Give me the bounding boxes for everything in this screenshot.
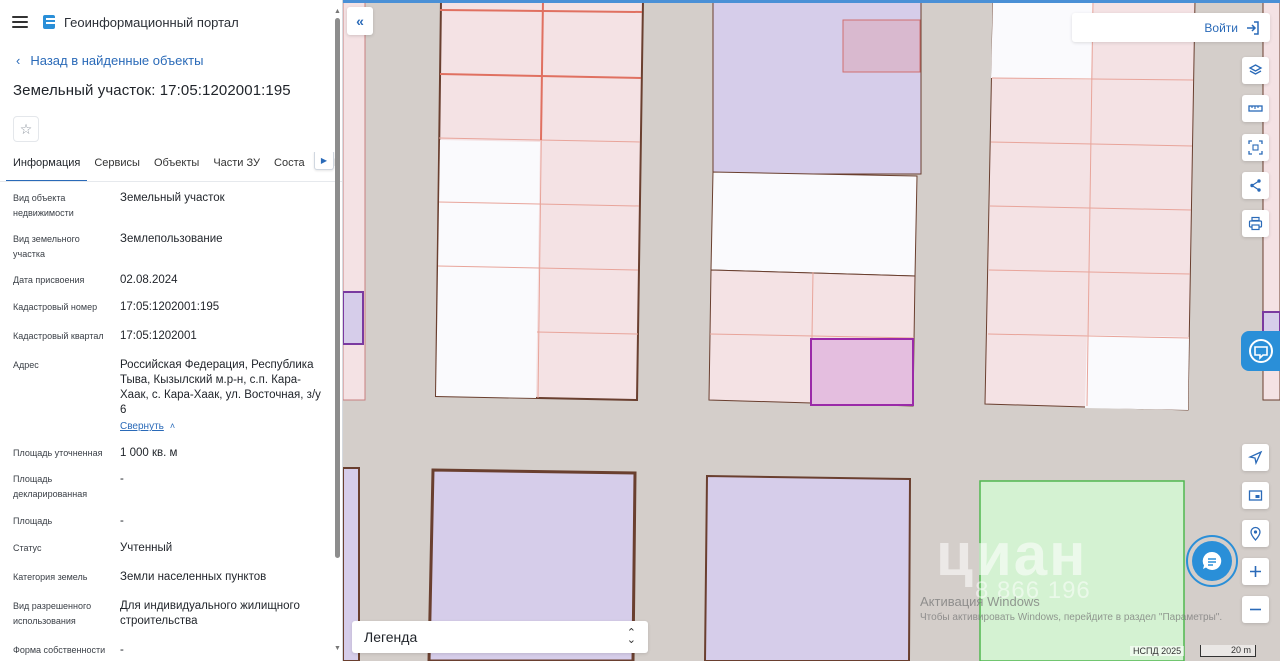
tab-composition[interactable]: Соста (267, 152, 312, 181)
prop-label: Форма собственности (13, 645, 106, 655)
login-button[interactable]: Войти (1072, 13, 1270, 42)
scrollbar-thumb[interactable] (335, 18, 340, 558)
menu-icon[interactable] (12, 16, 28, 28)
marker-button[interactable] (1242, 520, 1269, 547)
prop-value: - (120, 515, 124, 527)
scroll-down-icon[interactable]: ▼ (334, 645, 341, 652)
prop-value: Земли населенных пунктов (120, 571, 267, 583)
windows-activation-subtitle: Чтобы активировать Windows, перейдите в … (920, 612, 1223, 623)
plus-icon (1250, 566, 1261, 577)
minimap-icon (1248, 490, 1263, 501)
tab-services[interactable]: Сервисы (87, 152, 147, 181)
prop-value: Учтенный (120, 542, 173, 554)
select-area-icon (1248, 140, 1263, 155)
prop-label: Площадь (13, 516, 53, 526)
legend-dropdown[interactable]: Легенда ⌃ ⌄ (352, 621, 648, 653)
locate-button[interactable] (1242, 444, 1269, 471)
windows-activation-title: Активация Windows (920, 594, 1040, 609)
parcel[interactable] (710, 171, 918, 277)
tab-objects[interactable]: Объекты (147, 152, 206, 181)
favorite-star-icon[interactable]: ☆ (13, 116, 39, 142)
object-panel: Геоинформационный портал ‹ Назад в найде… (0, 0, 343, 661)
scroll-up-icon[interactable]: ▲ (334, 8, 341, 15)
select-area-button[interactable] (1242, 134, 1269, 161)
layers-icon (1248, 64, 1263, 75)
expand-collapse-icon: ⌃ ⌄ (626, 627, 636, 646)
chevron-up-icon: ˄ (169, 421, 176, 431)
location-pin-icon (1250, 526, 1261, 541)
panel-scrollbar[interactable]: ▲ ▼ (334, 8, 341, 652)
prop-value: - (120, 644, 124, 656)
prop-value: 17:05:1202001 (120, 330, 197, 342)
prop-label: Кадастровый квартал (13, 331, 104, 341)
prop-value: 02.08.2024 (120, 274, 178, 286)
prop-label: Вид объекта недвижимости (13, 193, 74, 218)
prop-label: Адрес (13, 360, 39, 370)
zoom-in-button[interactable] (1242, 558, 1269, 585)
print-button[interactable] (1242, 210, 1269, 237)
ruler-icon (1248, 105, 1263, 112)
parcel[interactable] (842, 19, 921, 73)
prop-label: Кадастровый номер (13, 302, 98, 312)
share-button[interactable] (1242, 172, 1269, 199)
parcel[interactable] (810, 338, 914, 406)
prop-label: Дата присвоения (13, 275, 85, 285)
chat-bubble-icon (1248, 339, 1273, 363)
map-canvas[interactable] (343, 0, 1280, 661)
object-tabs: Информация Сервисы Объекты Части ЗУ Сост… (0, 152, 342, 182)
top-accent-line (343, 0, 1280, 3)
prop-value: Земельный участок (120, 192, 225, 204)
prop-label: Площадь декларированная (13, 474, 88, 499)
navigation-arrow-icon (1248, 450, 1263, 465)
share-icon (1250, 179, 1261, 192)
prop-value: - (120, 473, 124, 485)
prop-value: 17:05:1202001:195 (120, 301, 220, 313)
measure-button[interactable] (1242, 95, 1269, 122)
parcel[interactable] (703, 474, 912, 661)
back-label: Назад в найденные объекты (30, 52, 204, 68)
tab-parts[interactable]: Части ЗУ (206, 152, 267, 181)
chat-button[interactable] (1186, 535, 1238, 587)
collapse-label: Свернуть (120, 421, 164, 432)
parcel[interactable] (343, 291, 364, 345)
prop-value: Российская Федерация, Республика Тыва, К… (120, 359, 321, 416)
tab-information[interactable]: Информация (6, 152, 88, 181)
scale-bar: 20 m (1200, 645, 1256, 657)
login-icon (1247, 20, 1259, 35)
minimap-button[interactable] (1242, 482, 1269, 509)
object-title: Земельный участок: 17:05:1202001:195 (13, 82, 291, 99)
scale-label: 20 m (1230, 645, 1251, 655)
collapse-address-link[interactable]: Свернуть ˄ (120, 421, 175, 432)
tabs-scroll-right-icon[interactable]: ▶ (314, 152, 334, 170)
prop-label: Статус (13, 543, 42, 553)
legend-label: Легенда (364, 629, 418, 645)
print-icon (1248, 216, 1263, 231)
chevron-left-icon: ‹ (16, 52, 21, 68)
parcel[interactable] (436, 140, 540, 398)
side-widget-tab[interactable] (1241, 331, 1280, 371)
minus-icon (1250, 608, 1261, 611)
prop-value: 1 000 кв. м (120, 447, 178, 459)
prop-value: Землепользование (120, 233, 223, 245)
login-label: Войти (1204, 20, 1238, 35)
prop-label: Категория земель (13, 572, 88, 582)
panel-header: Геоинформационный портал (0, 0, 342, 44)
copyright-label: НСПД 2025 (1130, 646, 1185, 656)
portal-logo-icon (43, 15, 55, 29)
prop-label: Вид земельного участка (13, 234, 80, 259)
collapse-panel-button[interactable]: « (347, 7, 373, 35)
prop-label: Вид разрешенного использования (13, 601, 92, 626)
back-to-results-link[interactable]: ‹ Назад в найденные объекты (0, 46, 342, 74)
cadastral-map[interactable] (343, 0, 1280, 661)
zoom-out-button[interactable] (1242, 596, 1269, 623)
prop-label: Площадь уточненная (13, 448, 103, 458)
app-title: Геоинформационный портал (64, 14, 239, 30)
chat-icon (1192, 541, 1232, 581)
prop-value: Для индивидуального жилищного строительс… (120, 600, 300, 627)
layers-button[interactable] (1242, 57, 1269, 84)
